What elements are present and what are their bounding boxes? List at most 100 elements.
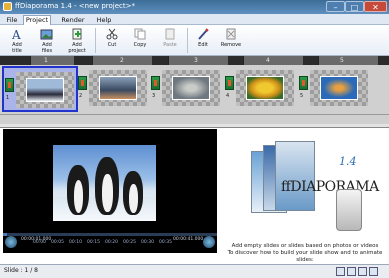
time-tick: 00:05 xyxy=(51,240,64,245)
status-bar: Slide : 1 / 8 xyxy=(0,264,389,278)
app-icon xyxy=(3,2,12,11)
info-description: Add empty slides or slides based on phot… xyxy=(227,243,383,263)
add-title-icon: A xyxy=(11,28,21,40)
time-tick: 00:10 xyxy=(69,240,82,245)
edit-label: Edit xyxy=(198,42,208,48)
menu-bar: File Project Render video Help xyxy=(0,14,389,33)
paste-button[interactable]: Paste xyxy=(155,26,185,55)
music-track[interactable] xyxy=(0,114,389,122)
menu-project[interactable]: Project xyxy=(23,15,51,25)
edit-button[interactable]: Edit xyxy=(188,26,218,55)
logo-text: ffDIAPORAMA xyxy=(281,179,379,195)
transition-icon xyxy=(5,78,14,92)
remove-button[interactable]: Remove xyxy=(216,26,246,55)
edit-icon xyxy=(198,28,209,40)
time-tick: 00:20 xyxy=(105,240,118,245)
volume-button[interactable] xyxy=(203,236,215,248)
time-tick: 00:15 xyxy=(87,240,100,245)
menu-render-video[interactable]: Render video xyxy=(53,15,93,33)
cut-label: Cut xyxy=(107,42,117,48)
transition-icon xyxy=(78,76,87,90)
slide-background xyxy=(236,70,294,106)
maximize-button[interactable]: □ xyxy=(345,1,364,12)
add-files-icon xyxy=(40,29,53,40)
remove-label: Remove xyxy=(220,42,242,48)
time-tick: 00:35 xyxy=(159,240,172,245)
total-time: 00:00:41.000 xyxy=(173,237,204,242)
slide-photo xyxy=(320,76,358,100)
ffdiaporama-logo: ffDIAPORAMA 1.4 xyxy=(241,141,379,241)
ruler-number: 5 xyxy=(340,57,344,64)
ruler-segment xyxy=(243,56,303,65)
paste-icon xyxy=(165,28,175,40)
view-icon[interactable] xyxy=(347,267,356,276)
time-tick: 00:00 xyxy=(33,240,46,245)
preview-player[interactable]: 00:00:01.000 00:00 00:05 00:10 00:15 00:… xyxy=(3,129,217,253)
window-title: ffDiaporama 1.4 - <new project>* xyxy=(15,2,136,10)
slide-background xyxy=(16,72,74,108)
penguin xyxy=(123,171,143,215)
title-bar: ffDiaporama 1.4 - <new project>* – □ ✕ xyxy=(0,0,389,14)
penguin xyxy=(67,165,89,215)
slide-thumbnail[interactable]: 2 xyxy=(77,66,153,112)
slide-number: 5 xyxy=(300,93,304,99)
add-project-button[interactable]: Add project xyxy=(62,26,92,55)
slide-background xyxy=(162,70,220,106)
device-graphic xyxy=(336,189,362,231)
info-panel: ffDIAPORAMA 1.4 Add empty slides or slid… xyxy=(219,129,389,263)
play-button[interactable] xyxy=(5,236,17,248)
slide-number: 2 xyxy=(79,93,83,99)
preview-progress-bar[interactable] xyxy=(3,233,217,236)
view-icon[interactable] xyxy=(336,267,345,276)
add-project-label: Add project xyxy=(68,42,86,54)
transition-icon xyxy=(151,76,160,90)
copy-button[interactable]: Copy xyxy=(125,26,155,55)
svg-text:A: A xyxy=(11,28,21,40)
add-files-label: Add files xyxy=(41,42,53,54)
add-files-button[interactable]: Add files xyxy=(32,26,62,55)
ruler-segment xyxy=(168,56,228,65)
progress-fill xyxy=(3,233,8,236)
transition-icon xyxy=(225,76,234,90)
menu-help[interactable]: Help xyxy=(95,15,113,25)
logo-version: 1.4 xyxy=(339,155,357,168)
paste-label: Paste xyxy=(163,42,177,48)
ruler-number: 2 xyxy=(120,57,124,64)
slide-background xyxy=(310,70,368,106)
add-title-button[interactable]: A Add title xyxy=(2,26,32,55)
copy-label: Copy xyxy=(133,42,147,48)
slide-counter: Slide : 1 / 8 xyxy=(4,267,38,274)
slide-thumbnail[interactable]: 3 xyxy=(150,66,226,112)
menu-file[interactable]: File xyxy=(3,15,21,25)
copy-icon xyxy=(134,28,146,40)
splitter[interactable] xyxy=(0,124,389,128)
cut-button[interactable]: Cut xyxy=(97,26,127,55)
ruler-segment xyxy=(30,56,74,65)
close-button[interactable]: ✕ xyxy=(364,1,387,12)
slide-number: 3 xyxy=(152,93,156,99)
penguin xyxy=(95,157,119,215)
add-project-icon xyxy=(72,28,82,40)
slide-photo xyxy=(99,76,137,100)
ribbon-separator xyxy=(95,28,96,53)
ruler-segment xyxy=(318,56,378,65)
slide-number: 1 xyxy=(6,95,10,101)
ruler-number: 1 xyxy=(44,57,48,64)
slide-thumbnail[interactable]: 5 xyxy=(298,66,374,112)
slide-thumbnail[interactable]: 1 xyxy=(2,66,78,112)
slide-thumbnail[interactable]: 4 xyxy=(224,66,300,112)
ruler-number: 4 xyxy=(266,57,270,64)
preview-image xyxy=(53,145,156,221)
slide-photo xyxy=(246,76,284,100)
timeline[interactable]: 1 2 3 4 5 1 2 3 4 5 xyxy=(0,56,389,124)
remove-icon xyxy=(226,28,236,40)
view-icon[interactable] xyxy=(369,267,378,276)
slide-photo xyxy=(26,78,64,102)
time-tick: 00:25 xyxy=(123,240,136,245)
view-icon[interactable] xyxy=(358,267,367,276)
ribbon-toolbar: A Add title Add files Add project Cut Co… xyxy=(0,25,389,56)
ruler-number: 3 xyxy=(194,57,198,64)
timeline-ruler: 1 2 3 4 5 xyxy=(0,56,389,65)
minimize-button[interactable]: – xyxy=(326,1,345,12)
cut-icon xyxy=(106,28,118,40)
